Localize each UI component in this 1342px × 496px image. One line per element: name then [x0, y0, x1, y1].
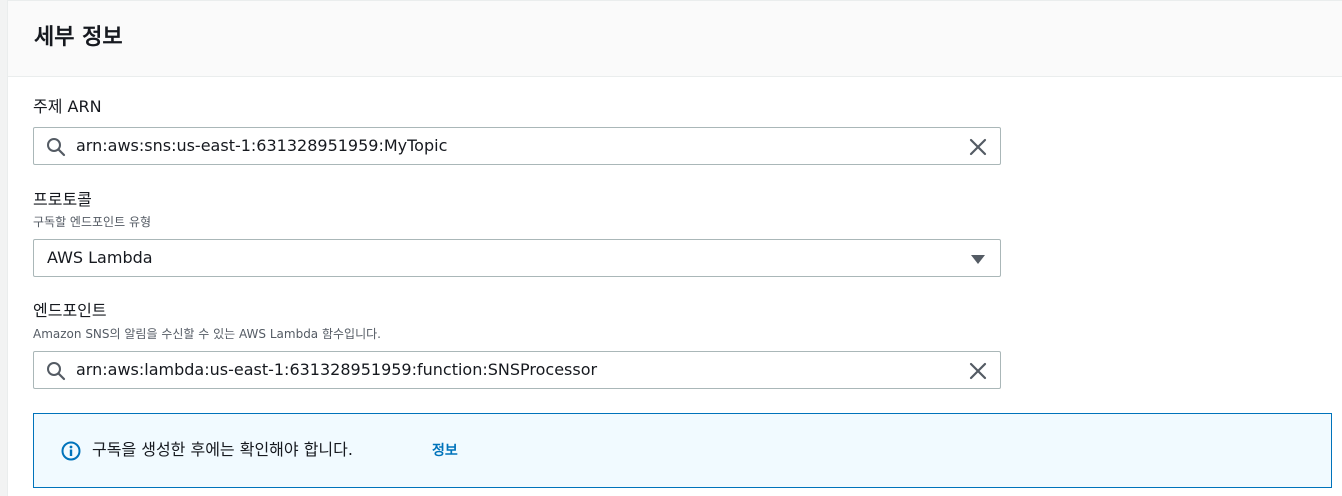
protocol-description: 구독할 엔드포인트 유형 — [33, 215, 152, 229]
alert-message: 구독을 생성한 후에는 확인해야 합니다. — [92, 440, 353, 459]
protocol-label: 프로토콜 — [33, 190, 92, 209]
info-alert: 구독을 생성한 후에는 확인해야 합니다. 정보 — [33, 413, 1332, 488]
endpoint-label: 엔드포인트 — [33, 301, 107, 320]
details-panel: 세부 정보 주제 ARN arn:aws:sns:us-east-1:63132… — [7, 0, 1342, 496]
close-icon[interactable] — [968, 361, 988, 381]
protocol-selected-value: AWS Lambda — [47, 248, 153, 267]
endpoint-description: Amazon SNS의 알림을 수신할 수 있는 AWS Lambda 함수입니… — [33, 327, 381, 341]
search-icon — [47, 138, 66, 157]
caret-down-icon — [971, 255, 985, 264]
topic-arn-label: 주제 ARN — [33, 97, 102, 116]
endpoint-value[interactable]: arn:aws:lambda:us-east-1:631328951959:fu… — [76, 360, 597, 380]
topic-arn-input[interactable]: arn:aws:sns:us-east-1:631328951959:MyTop… — [33, 127, 1001, 165]
protocol-select[interactable]: AWS Lambda — [33, 239, 1001, 277]
topic-arn-value[interactable]: arn:aws:sns:us-east-1:631328951959:MyTop… — [76, 136, 447, 156]
panel-header: 세부 정보 — [8, 1, 1342, 77]
close-icon[interactable] — [968, 137, 988, 157]
alert-info-link[interactable]: 정보 — [432, 441, 458, 461]
info-icon — [61, 441, 81, 461]
panel-title: 세부 정보 — [34, 25, 123, 50]
endpoint-input[interactable]: arn:aws:lambda:us-east-1:631328951959:fu… — [33, 351, 1001, 389]
search-icon — [47, 362, 66, 381]
